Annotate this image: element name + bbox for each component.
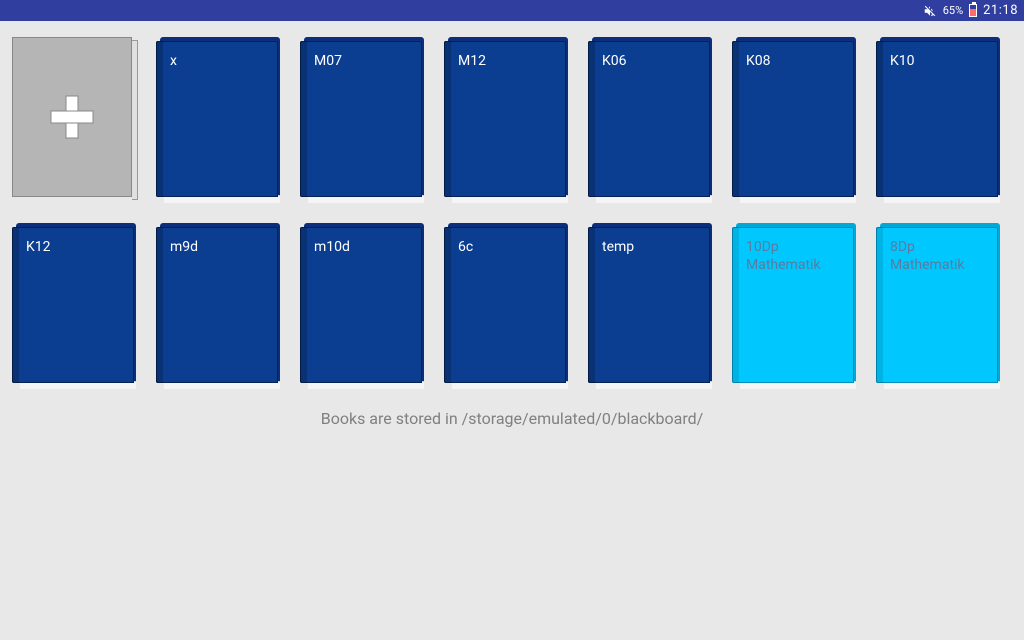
book-item[interactable]: 6c: [444, 223, 570, 389]
book-label: K08: [742, 53, 844, 71]
book-label: M12: [454, 53, 556, 71]
book-item[interactable]: m10d: [300, 223, 426, 389]
clock: 21:18: [983, 3, 1018, 18]
storage-path-text: Books are stored in /storage/emulated/0/…: [12, 409, 1012, 428]
book-label: 8Dp Mathematik: [886, 239, 988, 274]
book-grid: x M07 M12 K06 K08 K10 K12 m9d m10d 6c temp 10Dp Mat…: [12, 37, 1012, 389]
book-label: 10Dp Mathematik: [742, 239, 844, 274]
book-label: x: [166, 53, 268, 71]
book-item[interactable]: x: [156, 37, 282, 203]
book-label: K12: [22, 239, 124, 257]
status-bar: 65% 21:18: [0, 0, 1024, 21]
book-label: m9d: [166, 239, 268, 257]
plus-icon: [12, 37, 132, 197]
mute-icon: [923, 4, 937, 18]
book-item[interactable]: K12: [12, 223, 138, 389]
battery-percent: 65%: [943, 4, 963, 17]
add-book-button[interactable]: [12, 37, 138, 203]
book-label: K06: [598, 53, 700, 71]
book-item[interactable]: m9d: [156, 223, 282, 389]
book-label: m10d: [310, 239, 412, 257]
book-label: 6c: [454, 239, 556, 257]
book-label: temp: [598, 239, 700, 257]
book-label: M07: [310, 53, 412, 71]
book-item[interactable]: 10Dp Mathematik: [732, 223, 858, 389]
book-item[interactable]: M07: [300, 37, 426, 203]
book-item[interactable]: 8Dp Mathematik: [876, 223, 1002, 389]
content-area: x M07 M12 K06 K08 K10 K12 m9d m10d 6c temp 10Dp Mat…: [0, 21, 1024, 428]
book-label: K10: [886, 53, 988, 71]
book-item[interactable]: K06: [588, 37, 714, 203]
book-item[interactable]: K08: [732, 37, 858, 203]
book-item[interactable]: K10: [876, 37, 1002, 203]
battery-icon: [969, 4, 977, 17]
book-item[interactable]: M12: [444, 37, 570, 203]
book-item[interactable]: temp: [588, 223, 714, 389]
